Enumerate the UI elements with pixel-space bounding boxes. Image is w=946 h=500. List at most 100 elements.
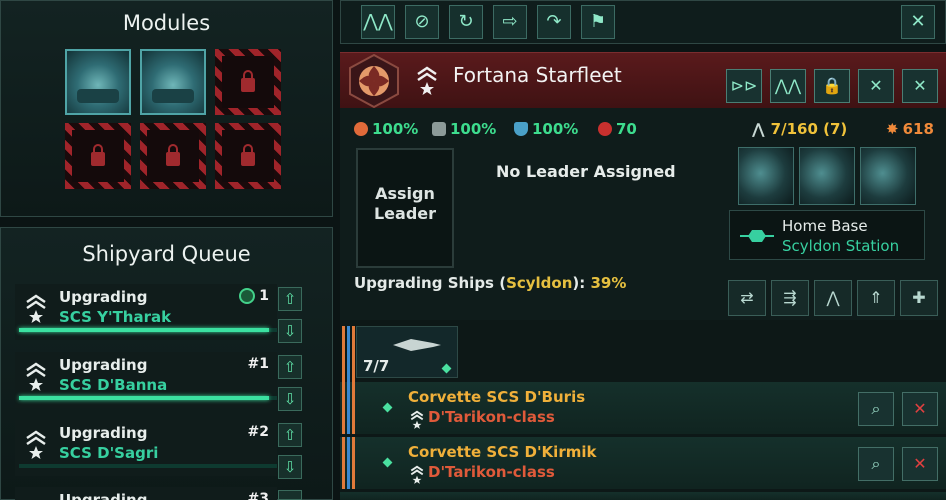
corvette-icon <box>393 339 441 351</box>
queue-item[interactable]: Upgrading SCS Y'Tharak 1 <box>15 284 277 340</box>
power-stat: 70 <box>598 120 637 138</box>
stripe <box>342 382 345 434</box>
armor-icon <box>432 122 446 136</box>
move-up-button[interactable]: ⇧ <box>278 423 302 447</box>
diamond-icon <box>382 402 393 413</box>
starbase-icon <box>740 230 774 242</box>
close-fleet-button[interactable]: ✕ <box>902 69 938 103</box>
power-value: 70 <box>616 120 637 138</box>
stripe <box>347 382 350 434</box>
fleet-icon[interactable]: ⋀⋀ <box>361 5 395 39</box>
queue-item-status: Upgrading <box>59 424 148 442</box>
diamond-icon <box>382 457 393 468</box>
ship-row[interactable]: Corvette SCS D'Buris D'Tarikon-class ⌕ ✕ <box>340 382 946 434</box>
queue-item[interactable]: Upgrading #3 <box>15 487 277 500</box>
fleet-name[interactable]: Fortana Starfleet <box>453 63 622 87</box>
modules-panel: Modules <box>0 0 333 217</box>
module-slot-1[interactable] <box>65 49 131 115</box>
scrap-ship-button[interactable]: ✕ <box>902 392 938 426</box>
upgrading-percent: 39% <box>590 274 627 292</box>
fleet-manager-button[interactable]: ⋀⋀ <box>770 69 806 103</box>
queue-item[interactable]: Upgrading SCS D'Banna #1 <box>15 352 277 408</box>
move-icon[interactable]: ⇨ <box>493 5 527 39</box>
progress-bar <box>19 464 277 468</box>
queue-item[interactable]: Upgrading SCS D'Sagri #2 <box>15 420 277 476</box>
assign-leader-button[interactable]: Assign Leader <box>356 148 454 268</box>
move-up-button[interactable]: ⇧ <box>278 287 302 311</box>
move-up-button[interactable]: ⇧ <box>278 355 302 379</box>
command-value: 7/160 (7) <box>770 120 848 138</box>
move-up-button[interactable] <box>278 490 302 500</box>
ship-design-thumbnail[interactable] <box>738 147 794 205</box>
health-value: 100% <box>372 120 419 138</box>
ship-name: Corvette SCS D'Kirmik <box>408 443 597 461</box>
modules-title: Modules <box>122 11 211 35</box>
queue-item-name: SCS D'Sagri <box>59 444 159 462</box>
lock-icon <box>241 70 255 92</box>
module-slot-locked <box>215 49 281 115</box>
upgrade-fleet-button[interactable]: ⋀ <box>814 280 852 316</box>
retreat-icon[interactable]: ↷ <box>537 5 571 39</box>
diamond-icon <box>441 363 452 374</box>
ship-name: Corvette SCS D'Buris <box>408 388 586 406</box>
shield-icon <box>514 122 528 136</box>
home-base-label: Home Base <box>782 217 868 235</box>
clock-icon <box>239 288 255 304</box>
lock-fleet-button[interactable]: 🔒 <box>814 69 850 103</box>
leader-status: No Leader Assigned <box>496 162 676 181</box>
fleet-ship-list: 7/7 Corvette SCS D'Buris D'Tarikon-class… <box>340 320 946 500</box>
move-down-button[interactable]: ⇩ <box>278 387 302 411</box>
rank-chevron-icon <box>26 430 46 459</box>
stripe <box>347 437 350 489</box>
queue-item-name: SCS D'Banna <box>59 376 168 394</box>
health-stat: 100% <box>354 120 418 138</box>
queue-item-status: Upgrading <box>59 356 148 374</box>
queue-item-status: Upgrading <box>59 491 148 500</box>
upkeep-stat: ✸ 618 <box>886 120 934 138</box>
queue-item-position: #2 <box>247 424 269 440</box>
fleet-header: Fortana Starfleet ⊳⊳ ⋀⋀ 🔒 ✕ ✕ <box>340 52 946 109</box>
rank-chevron-icon <box>410 465 424 484</box>
fleet-toolbar: ⋀⋀ ⊘ ↻ ⇨ ↷ ⚑ ✕ <box>340 0 946 44</box>
fleet-group-tile[interactable]: 7/7 <box>356 326 458 378</box>
reinforce-button[interactable]: ⇑ <box>857 280 895 316</box>
stop-icon[interactable]: ⊘ <box>405 5 439 39</box>
queue-item-position: #1 <box>247 356 269 372</box>
inspect-ship-button[interactable]: ⌕ <box>858 392 894 426</box>
stripe <box>347 326 350 382</box>
close-button[interactable]: ✕ <box>901 5 935 39</box>
split-fleet-button[interactable]: ⇄ <box>728 280 766 316</box>
move-down-button[interactable]: ⇩ <box>278 455 302 479</box>
assign-leader-label: Assign Leader <box>373 184 437 223</box>
home-base[interactable]: Home Base Scyldon Station <box>729 210 925 260</box>
return-icon[interactable]: ↻ <box>449 5 483 39</box>
rank-chevron-icon <box>417 66 437 95</box>
explore-icon[interactable]: ⚑ <box>581 5 615 39</box>
armor-value: 100% <box>450 120 497 138</box>
shield-stat: 100% <box>514 120 578 138</box>
rank-chevron-icon <box>26 294 46 323</box>
ship-design-thumbnail[interactable] <box>860 147 916 205</box>
shield-value: 100% <box>532 120 579 138</box>
skull-icon <box>598 122 612 136</box>
home-base-station: Scyldon Station <box>782 237 900 255</box>
command-stat: ⋀ 7/160 (7) <box>752 120 847 138</box>
fleet-group-count: 7/7 <box>363 357 390 375</box>
module-slot-2[interactable] <box>140 49 206 115</box>
ship-row[interactable]: Corvette SCS D'Kirmik D'Tarikon-class ⌕ … <box>340 437 946 489</box>
scrap-ship-button[interactable]: ✕ <box>902 447 938 481</box>
ship-row[interactable] <box>340 492 946 500</box>
add-ships-button[interactable]: ✚ <box>900 280 938 316</box>
move-down-button[interactable]: ⇩ <box>278 319 302 343</box>
inspect-ship-button[interactable]: ⌕ <box>858 447 894 481</box>
upkeep-value: 618 <box>902 120 934 138</box>
module-slot-locked <box>140 123 206 189</box>
armor-stat: 100% <box>432 120 496 138</box>
lock-icon <box>91 144 105 166</box>
detach-ships-button[interactable]: ⇶ <box>771 280 809 316</box>
stripe <box>352 382 355 434</box>
ship-design-thumbnail[interactable] <box>799 147 855 205</box>
module-slot-locked <box>65 123 131 189</box>
merge-fleet-button[interactable]: ⊳⊳ <box>726 69 762 103</box>
disband-fleet-button[interactable]: ✕ <box>858 69 894 103</box>
